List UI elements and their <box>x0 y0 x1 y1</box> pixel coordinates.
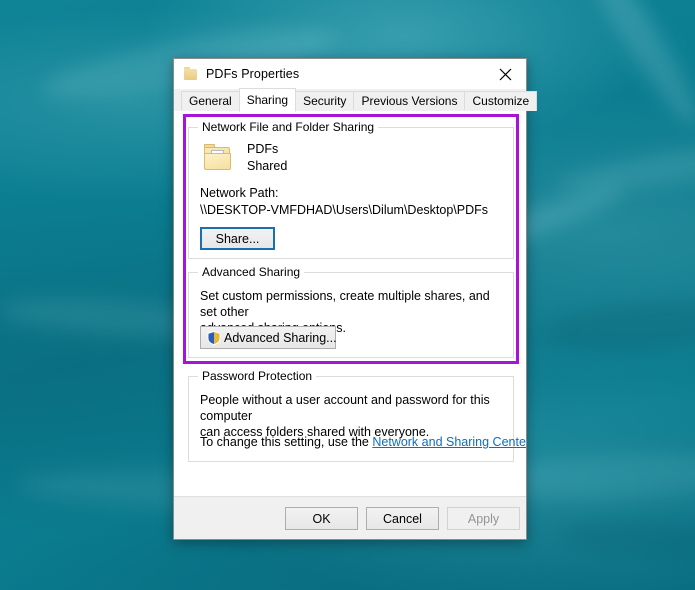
advanced-sharing-button[interactable]: Advanced Sharing... <box>200 326 337 349</box>
tab-security[interactable]: Security <box>295 91 355 111</box>
network-sharing-group: Network File and Folder Sharing PDFs Sha… <box>188 120 514 259</box>
cancel-button[interactable]: Cancel <box>366 507 439 530</box>
wallpaper-wave <box>559 514 695 564</box>
shared-folder-item: PDFs Shared <box>202 141 287 175</box>
ok-button[interactable]: OK <box>285 507 358 530</box>
tab-customize[interactable]: Customize <box>464 91 538 111</box>
change-setting-line: To change this setting, use the Network … <box>200 434 526 450</box>
network-path-block: Network Path: \\DESKTOP-VMFDHAD\Users\Di… <box>200 185 488 219</box>
tab-bar: General Sharing Security Previous Versio… <box>174 88 538 112</box>
network-path-label: Network Path: <box>200 186 279 200</box>
dialog-footer: OK Cancel Apply <box>174 496 526 539</box>
advanced-sharing-button-label: Advanced Sharing... <box>224 330 337 345</box>
advanced-sharing-group: Advanced Sharing Set custom permissions,… <box>188 265 514 358</box>
network-sharing-group-title: Network File and Folder Sharing <box>198 120 379 134</box>
dialog-title: PDFs Properties <box>206 67 300 81</box>
close-icon[interactable] <box>484 59 526 89</box>
dialog-titlebar: PDFs Properties <box>174 59 526 89</box>
sharing-tab-panel: Network File and Folder Sharing PDFs Sha… <box>174 111 526 496</box>
wallpaper-wave <box>559 0 695 134</box>
change-setting-prefix: To change this setting, use the <box>200 435 373 449</box>
uac-shield-icon <box>207 330 221 345</box>
password-protection-description-line1: People without a user account and passwo… <box>200 393 490 423</box>
properties-dialog: PDFs Properties General Sharing Security… <box>173 58 538 540</box>
apply-button: Apply <box>447 507 520 530</box>
wallpaper-wave <box>554 129 695 201</box>
advanced-sharing-group-title: Advanced Sharing <box>198 265 305 279</box>
pdf-folder-icon <box>202 142 234 174</box>
network-and-sharing-center-link[interactable]: Network and Sharing Center <box>372 435 526 449</box>
network-path-value: \\DESKTOP-VMFDHAD\Users\Dilum\Desktop\PD… <box>200 203 489 217</box>
tab-general[interactable]: General <box>181 91 240 111</box>
shared-folder-name: PDFs <box>247 142 279 156</box>
folder-icon <box>183 66 199 82</box>
wallpaper-wave <box>538 290 695 360</box>
password-protection-description: People without a user account and passwo… <box>200 392 503 440</box>
password-protection-group-title: Password Protection <box>198 369 317 383</box>
shared-folder-state: Shared <box>247 159 288 173</box>
tab-previous-versions[interactable]: Previous Versions <box>353 91 466 111</box>
share-button[interactable]: Share... <box>200 227 275 250</box>
tab-sharing[interactable]: Sharing <box>238 88 297 112</box>
password-protection-group: Password Protection People without a use… <box>188 369 526 462</box>
advanced-sharing-description-line1: Set custom permissions, create multiple … <box>200 289 490 319</box>
